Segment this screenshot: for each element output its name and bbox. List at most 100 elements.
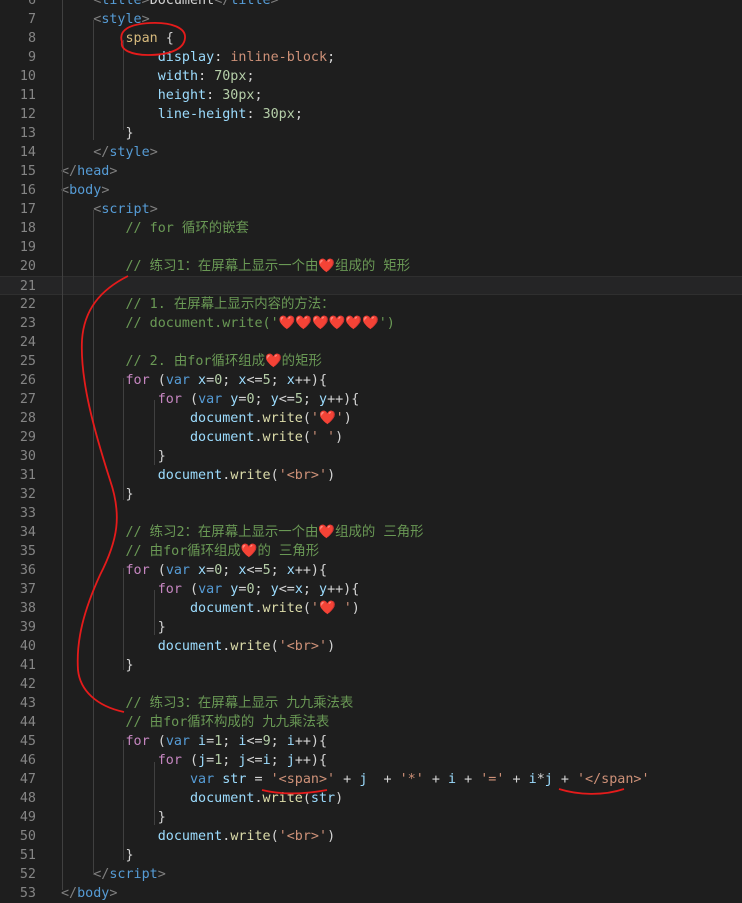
code-line[interactable]: 30 } — [0, 447, 742, 466]
code-token: write — [262, 601, 303, 616]
code-line[interactable]: 32 } — [0, 485, 742, 504]
code-line[interactable]: 37 for (var y=0; y<=x; y++){ — [0, 580, 742, 599]
code-token: <= — [246, 753, 263, 768]
line-code: for (var y=0; y<=5; y++){ — [61, 390, 360, 409]
line-number: 53 — [19, 886, 36, 901]
code-token: + — [335, 772, 360, 787]
code-line[interactable]: 29 document.write(' ') — [0, 428, 742, 447]
indent-guide — [123, 40, 124, 130]
code-line[interactable]: 11 height: 30px; — [0, 86, 742, 105]
code-token: + — [552, 772, 577, 787]
code-line[interactable]: 20 // 练习1：在屏幕上显示一个由❤️组成的 矩形 — [0, 257, 742, 276]
code-line[interactable]: 43 // 练习3：在屏幕上显示 九九乘法表 — [0, 694, 742, 713]
code-token: 30px — [222, 88, 255, 103]
code-line[interactable]: 13 } — [0, 124, 742, 143]
code-line[interactable]: 34 // 练习2：在屏幕上显示一个由❤️组成的 三角形 — [0, 523, 742, 542]
line-code: // 由for循环构成的 九九乘法表 — [61, 713, 329, 732]
line-number: 37 — [19, 582, 36, 597]
code-token: } — [61, 449, 166, 464]
code-token: // 2. 由for循环组成❤️的矩形 — [61, 354, 322, 369]
code-line[interactable]: 28 document.write('❤️') — [0, 409, 742, 428]
code-line[interactable]: 46 for (j=1; j<=i; j++){ — [0, 751, 742, 770]
line-number: 7 — [27, 12, 36, 27]
code-token: . — [254, 430, 263, 445]
code-token: ; — [222, 563, 239, 578]
code-token: </ — [61, 867, 110, 882]
code-line[interactable]: 23 // document.write('❤️❤️❤️❤️❤️❤️') — [0, 314, 742, 333]
code-token: '</span>' — [577, 772, 650, 787]
code-line[interactable]: 35 // 由for循环组成❤️的 三角形 — [0, 542, 742, 561]
code-token: ++){ — [294, 563, 328, 578]
line-code: <script> — [61, 200, 158, 219]
code-line[interactable]: 8 span { — [0, 29, 742, 48]
line-code: width: 70px; — [61, 67, 255, 86]
line-code: for (j=1; j<=i; j++){ — [61, 751, 327, 770]
code-line[interactable]: 25 // 2. 由for循环组成❤️的矩形 — [0, 352, 742, 371]
code-editor[interactable]: 6 <title>Document</title> 7 <style> 8 span… — [0, 0, 742, 902]
code-token: ) — [351, 601, 360, 616]
code-token: ) — [327, 829, 336, 844]
code-line[interactable]: 27 for (var y=0; y<=5; y++){ — [0, 390, 742, 409]
code-token: write — [230, 468, 271, 483]
code-line[interactable]: 47 var str = '<span>' + j + '*' + i + '=… — [0, 770, 742, 789]
code-line[interactable]: 21 — [0, 276, 742, 295]
code-line[interactable]: 36 for (var x=0; x<=5; x++){ — [0, 561, 742, 580]
code-line[interactable]: 40 document.write('<br>') — [0, 637, 742, 656]
code-token: 0 — [246, 392, 255, 407]
code-line[interactable]: 52 </script> — [0, 865, 742, 884]
code-line[interactable]: 12 line-height: 30px; — [0, 105, 742, 124]
code-token: ; — [254, 582, 271, 597]
line-code: for (var y=0; y<=x; y++){ — [61, 580, 360, 599]
code-line[interactable]: 19 — [0, 238, 742, 257]
code-line[interactable]: 15 </head> — [0, 162, 742, 181]
code-line[interactable]: 31 document.write('<br>') — [0, 466, 742, 485]
code-line[interactable]: 22 // 1. 在屏幕上显示内容的方法： — [0, 295, 742, 314]
code-line[interactable]: 42 — [0, 675, 742, 694]
code-token: // 练习1：在屏幕上显示一个由❤️组成的 矩形 — [61, 259, 411, 274]
code-token: // 练习3：在屏幕上显示 九九乘法表 — [61, 696, 354, 711]
code-line[interactable]: 48 document.write(str) — [0, 789, 742, 808]
code-token: var — [198, 582, 223, 597]
code-token: . — [254, 411, 263, 426]
line-number: 11 — [19, 88, 36, 103]
code-line[interactable]: 9 display: inline-block; — [0, 48, 742, 67]
code-line[interactable]: 24 — [0, 333, 742, 352]
code-line[interactable]: 7 <style> — [0, 10, 742, 29]
code-token: = — [206, 373, 215, 388]
code-token: > — [157, 867, 166, 882]
code-line[interactable]: 14 </style> — [0, 143, 742, 162]
code-line[interactable]: 51 } — [0, 846, 742, 865]
code-token: + — [456, 772, 481, 787]
line-code: // 练习2：在屏幕上显示一个由❤️组成的 三角形 — [61, 523, 423, 542]
code-token: '<br>' — [278, 468, 328, 483]
code-line[interactable]: 49 } — [0, 808, 742, 827]
code-line[interactable]: 45 for (var i=1; i<=9; i++){ — [0, 732, 742, 751]
code-line[interactable]: 53 </body> — [0, 884, 742, 903]
code-line[interactable]: 26 for (var x=0; x<=5; x++){ — [0, 371, 742, 390]
code-token: ( — [181, 753, 199, 768]
code-line[interactable]: 33 — [0, 504, 742, 523]
code-token: for — [61, 563, 150, 578]
code-token: '*' — [399, 772, 424, 787]
code-token: ( — [149, 373, 166, 388]
code-line[interactable]: 18 // for 循环的嵌套 — [0, 219, 742, 238]
code-line[interactable]: 10 width: 70px; — [0, 67, 742, 86]
code-line[interactable]: 44 // 由for循环构成的 九九乘法表 — [0, 713, 742, 732]
code-token: 70px — [214, 69, 247, 84]
code-token: > — [109, 886, 118, 901]
code-line[interactable]: 39 } — [0, 618, 742, 637]
code-token: document — [61, 791, 255, 806]
line-code: document.write('❤️ ') — [61, 599, 360, 618]
code-line[interactable]: 41 } — [0, 656, 742, 675]
code-line[interactable]: 38 document.write('❤️ ') — [0, 599, 742, 618]
line-number: 30 — [19, 449, 36, 464]
code-token: } — [61, 810, 166, 825]
code-token: = — [206, 734, 215, 749]
code-line[interactable]: 17 <script> — [0, 200, 742, 219]
code-line[interactable]: 16 <body> — [0, 181, 742, 200]
line-code: </body> — [61, 884, 117, 903]
code-line[interactable]: 50 document.write('<br>') — [0, 827, 742, 846]
code-token: ; — [222, 373, 239, 388]
code-line[interactable]: 6 <title>Document</title> — [0, 0, 742, 10]
code-token: + — [504, 772, 529, 787]
